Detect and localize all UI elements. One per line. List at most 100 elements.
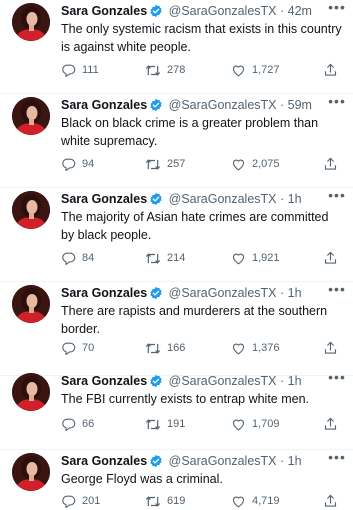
like-button[interactable]: 2,075 bbox=[231, 155, 280, 173]
reply-button[interactable]: 111 bbox=[61, 61, 99, 79]
reply-button[interactable]: 84 bbox=[61, 249, 94, 267]
avatar[interactable] bbox=[12, 285, 50, 323]
share-upload-icon bbox=[324, 494, 337, 507]
more-dots-icon[interactable]: ••• bbox=[327, 282, 347, 300]
like-count: 1,921 bbox=[252, 252, 280, 264]
speech-bubble-icon bbox=[62, 418, 76, 431]
more-dots-icon[interactable]: ••• bbox=[327, 94, 347, 112]
avatar-image bbox=[12, 373, 50, 411]
share-button[interactable] bbox=[323, 492, 338, 510]
reply-count: 66 bbox=[82, 418, 95, 430]
retweet-arrows-icon bbox=[145, 252, 161, 264]
tweet[interactable]: Sara Gonzales @SaraGonzalesTX · 59m ••• … bbox=[0, 94, 353, 188]
retweet-count: 278 bbox=[167, 64, 186, 76]
share-upload-icon bbox=[324, 251, 337, 264]
like-count: 2,075 bbox=[252, 158, 280, 170]
tweet[interactable]: Sara Gonzales @SaraGonzalesTX · 1h ••• T… bbox=[0, 188, 353, 282]
retweet-arrows-icon bbox=[145, 342, 161, 354]
more-dots-icon[interactable]: ••• bbox=[327, 0, 347, 18]
timestamp[interactable]: 59m bbox=[288, 98, 312, 112]
more-dots-icon[interactable]: ••• bbox=[327, 450, 347, 468]
timestamp[interactable]: 42m bbox=[288, 4, 312, 18]
tweet-text: George Floyd was a criminal. bbox=[61, 472, 223, 486]
tweet-actions: 66 191 1,709 bbox=[61, 415, 353, 433]
avatar-image bbox=[12, 453, 50, 491]
retweet-button[interactable]: 214 bbox=[145, 249, 185, 267]
tweet-actions: 201 619 4,719 bbox=[61, 492, 353, 510]
avatar-image bbox=[12, 3, 50, 41]
tweet[interactable]: Sara Gonzales @SaraGonzalesTX · 1h ••• T… bbox=[0, 282, 353, 376]
reply-button[interactable]: 201 bbox=[61, 492, 100, 510]
reply-button[interactable]: 70 bbox=[61, 339, 94, 357]
separator-dot: · bbox=[280, 98, 285, 112]
handle[interactable]: @SaraGonzalesTX bbox=[169, 98, 277, 112]
tweet[interactable]: Sara Gonzales @SaraGonzalesTX · 1h ••• T… bbox=[0, 370, 353, 450]
timestamp[interactable]: 1h bbox=[288, 286, 302, 300]
avatar[interactable] bbox=[12, 453, 50, 491]
tweet[interactable]: Sara Gonzales @SaraGonzalesTX · 42m ••• … bbox=[0, 0, 353, 94]
tweet[interactable]: Sara Gonzales @SaraGonzalesTX · 1h ••• G… bbox=[0, 450, 353, 508]
like-count: 1,376 bbox=[252, 342, 280, 354]
retweet-button[interactable]: 191 bbox=[145, 415, 185, 433]
retweet-arrows-icon bbox=[145, 158, 161, 170]
avatar[interactable] bbox=[12, 373, 50, 411]
tweet-header: Sara Gonzales @SaraGonzalesTX · 1h bbox=[61, 372, 345, 390]
handle[interactable]: @SaraGonzalesTX bbox=[169, 286, 277, 300]
like-button[interactable]: 1,709 bbox=[231, 415, 280, 433]
display-name[interactable]: Sara Gonzales bbox=[61, 4, 147, 18]
reply-button[interactable]: 94 bbox=[61, 155, 94, 173]
separator-dot: · bbox=[280, 454, 285, 468]
like-count: 4,719 bbox=[252, 495, 280, 507]
retweet-button[interactable]: 257 bbox=[145, 155, 185, 173]
retweet-button[interactable]: 166 bbox=[145, 339, 185, 357]
share-upload-icon bbox=[324, 157, 337, 170]
like-button[interactable]: 1,727 bbox=[231, 61, 280, 79]
heart-icon bbox=[232, 65, 245, 76]
share-button[interactable] bbox=[323, 339, 338, 357]
display-name[interactable]: Sara Gonzales bbox=[61, 286, 147, 300]
avatar-image bbox=[12, 97, 50, 135]
avatar-image bbox=[12, 191, 50, 229]
retweet-button[interactable]: 619 bbox=[145, 492, 185, 510]
handle[interactable]: @SaraGonzalesTX bbox=[169, 454, 277, 468]
speech-bubble-icon bbox=[62, 495, 76, 508]
retweet-arrows-icon bbox=[145, 418, 161, 430]
tweet-text: The only systemic racism that exists in … bbox=[61, 22, 342, 54]
tweet-header: Sara Gonzales @SaraGonzalesTX · 42m bbox=[61, 2, 345, 20]
avatar[interactable] bbox=[12, 97, 50, 135]
retweet-button[interactable]: 278 bbox=[145, 61, 185, 79]
timestamp[interactable]: 1h bbox=[288, 454, 302, 468]
handle[interactable]: @SaraGonzalesTX bbox=[169, 4, 277, 18]
like-button[interactable]: 4,719 bbox=[231, 492, 280, 510]
like-count: 1,727 bbox=[252, 64, 280, 76]
share-button[interactable] bbox=[323, 155, 338, 173]
display-name[interactable]: Sara Gonzales bbox=[61, 192, 147, 206]
tweet-header: Sara Gonzales @SaraGonzalesTX · 59m bbox=[61, 96, 345, 114]
more-dots-icon[interactable]: ••• bbox=[327, 188, 347, 206]
share-button[interactable] bbox=[323, 249, 338, 267]
share-upload-icon bbox=[324, 341, 337, 354]
timestamp[interactable]: 1h bbox=[288, 374, 302, 388]
tweet-header: Sara Gonzales @SaraGonzalesTX · 1h bbox=[61, 190, 345, 208]
handle[interactable]: @SaraGonzalesTX bbox=[169, 374, 277, 388]
like-button[interactable]: 1,376 bbox=[231, 339, 280, 357]
avatar-image bbox=[12, 285, 50, 323]
display-name[interactable]: Sara Gonzales bbox=[61, 454, 147, 468]
more-dots-icon[interactable]: ••• bbox=[327, 370, 347, 388]
heart-icon bbox=[232, 343, 245, 354]
share-button[interactable] bbox=[323, 61, 338, 79]
display-name[interactable]: Sara Gonzales bbox=[61, 374, 147, 388]
heart-icon bbox=[232, 496, 245, 507]
timestamp[interactable]: 1h bbox=[288, 192, 302, 206]
share-button[interactable] bbox=[323, 415, 338, 433]
tweet-actions: 111 278 1,727 bbox=[61, 61, 353, 79]
like-button[interactable]: 1,921 bbox=[231, 249, 280, 267]
reply-button[interactable]: 66 bbox=[61, 415, 94, 433]
avatar[interactable] bbox=[12, 3, 50, 41]
avatar[interactable] bbox=[12, 191, 50, 229]
retweet-count: 191 bbox=[167, 418, 186, 430]
display-name[interactable]: Sara Gonzales bbox=[61, 98, 147, 112]
retweet-arrows-icon bbox=[145, 495, 161, 507]
retweet-count: 214 bbox=[167, 252, 186, 264]
handle[interactable]: @SaraGonzalesTX bbox=[169, 192, 277, 206]
